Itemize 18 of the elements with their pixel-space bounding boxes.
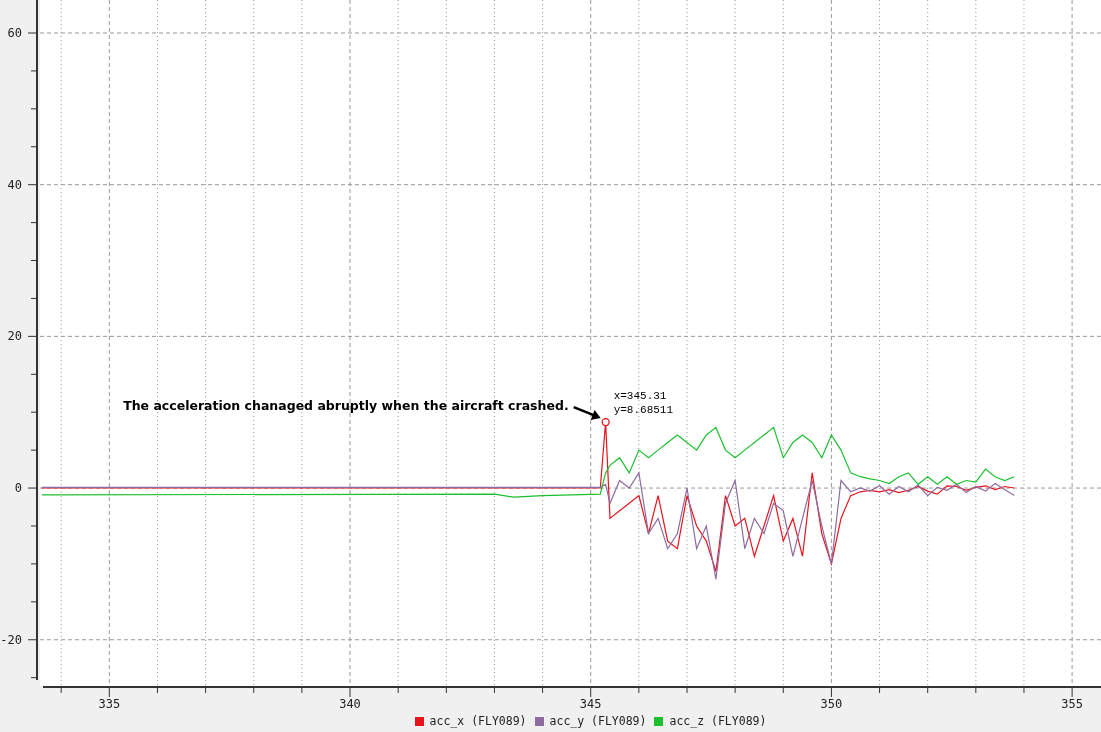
tick-label: 345 <box>579 697 602 711</box>
legend-label: acc_z (FLY089) <box>669 714 767 728</box>
tick-label: 60 <box>7 26 22 40</box>
readout-text: x=345.31 <box>613 390 667 403</box>
tick-label: 350 <box>820 697 843 711</box>
readout-text: y=8.68511 <box>613 404 674 417</box>
tick-label: 0 <box>14 481 22 496</box>
point-marker <box>601 417 610 427</box>
tick-label: 340 <box>339 697 361 711</box>
tick-label: 355 <box>1061 697 1083 711</box>
tick-label: 335 <box>98 697 121 711</box>
annotation-text: The acceleration chanaged abruptly when the aircraft crashed. <box>123 398 569 414</box>
tick-label: 40 <box>7 177 22 192</box>
legend-label: acc_x (FLY089) <box>429 714 527 728</box>
annotation-arrow <box>573 405 601 421</box>
tick-label: 20 <box>7 329 22 344</box>
tick-label: -20 <box>0 632 22 647</box>
legend-label: acc_y (FLY089) <box>549 714 647 728</box>
